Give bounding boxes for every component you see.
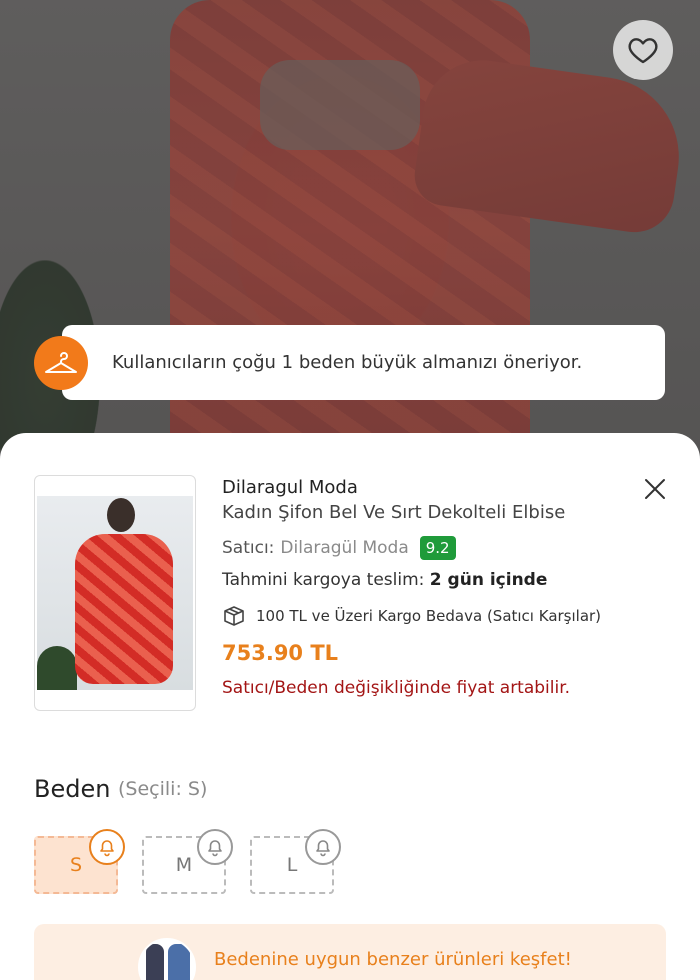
product-title: Kadın Şifon Bel Ve Sırt Dekolteli Elbise (222, 502, 566, 523)
bell-icon (100, 840, 114, 857)
hanger-icon (34, 336, 88, 390)
bell-icon (208, 840, 222, 857)
size-option-label: M (175, 854, 193, 876)
size-recommendation-toast: Kullanıcıların çoğu 1 beden büyük almanı… (62, 325, 665, 400)
product-thumbnail-image (37, 496, 193, 690)
delivery-value: 2 gün içinde (429, 570, 548, 590)
delivery-estimate: Tahmini kargoya teslim: 2 gün içinde (222, 570, 547, 590)
delivery-label: Tahmini kargoya teslim: (222, 570, 425, 590)
selected-size-text: (Seçili: S) (118, 778, 208, 800)
seller-label: Satıcı: (222, 538, 275, 558)
seller-link[interactable]: Dilaragül Moda (280, 538, 408, 558)
close-icon (645, 479, 665, 499)
bell-icon (316, 840, 330, 857)
avatar-figure-2 (168, 944, 190, 980)
size-section-title: Beden (34, 775, 111, 803)
product-price: 753.90 TL (222, 641, 339, 665)
size-l-notify-button[interactable] (305, 829, 341, 865)
favorite-button[interactable] (613, 20, 673, 80)
cargo-text: 100 TL ve Üzeri Kargo Bedava (Satıcı Kar… (256, 607, 602, 625)
close-button[interactable] (640, 474, 670, 504)
thumb-dress (75, 534, 173, 684)
discover-text: Bedenine uygun benzer ürünleri keşfet! (214, 948, 572, 970)
price-warning: Satıcı/Beden değişikliğinde fiyat artabi… (222, 678, 571, 698)
size-option-label: S (69, 854, 83, 876)
size-s-notify-button[interactable] (89, 829, 125, 865)
seller-score-badge: 9.2 (419, 536, 456, 560)
discover-similar-banner[interactable]: Bedenine uygun benzer ürünleri keşfet! (34, 924, 666, 980)
thumb-plant (37, 646, 77, 690)
thumb-model-head (107, 498, 135, 532)
size-m-notify-button[interactable] (197, 829, 233, 865)
package-icon (222, 605, 246, 627)
toast-text: Kullanıcıların çoğu 1 beden büyük almanı… (112, 352, 583, 373)
seller-row: Satıcı: Dilaragül Moda 9.2 (222, 536, 456, 560)
avatar-figure-1 (146, 944, 164, 980)
free-cargo-info: 100 TL ve Üzeri Kargo Bedava (Satıcı Kar… (222, 605, 601, 627)
heart-icon (628, 38, 658, 64)
product-thumbnail (34, 475, 196, 711)
brand-name: Dilaragul Moda (222, 477, 358, 498)
size-option-label: L (286, 854, 298, 876)
